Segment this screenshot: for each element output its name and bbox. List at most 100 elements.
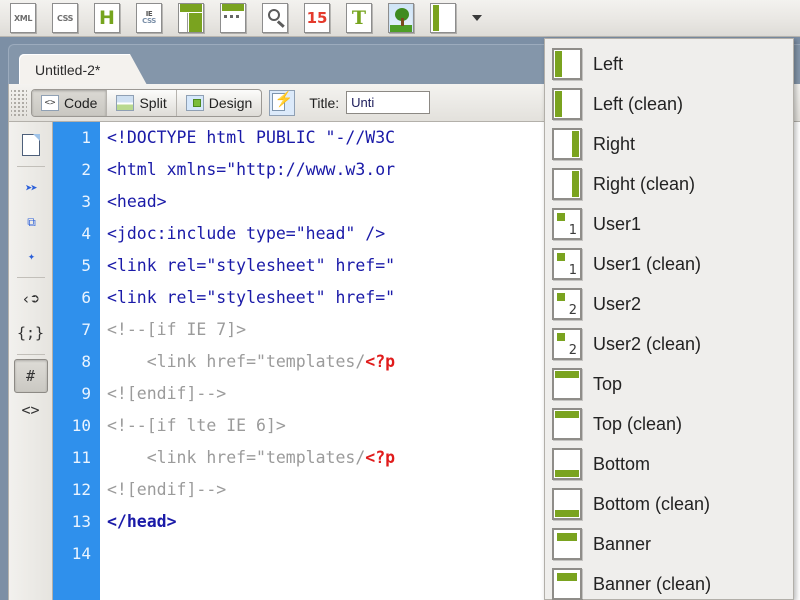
toolbar-divider (16, 354, 45, 355)
menu-item-bottom-clean[interactable]: Bottom (clean) (545, 484, 793, 524)
toolbar-divider (16, 277, 45, 278)
live-view-button[interactable]: ⚡ (269, 89, 296, 116)
app-window: XML CSS H IE CSS 15 T Untitled-2* <> Cod… (0, 0, 800, 600)
layout-number-label: 2 (568, 303, 577, 318)
menu-item-banner-clean[interactable]: Banner (clean) (545, 564, 793, 600)
line-number: 12 (71, 480, 91, 499)
split-layout-icon[interactable] (174, 2, 208, 34)
menu-item-left[interactable]: Left (545, 44, 793, 84)
layout-user1-icon: 1 (552, 208, 582, 240)
open-documents-icon[interactable] (14, 128, 48, 162)
menu-item-label: Right (clean) (593, 173, 696, 194)
line-number: 2 (81, 160, 91, 179)
balance-braces-icon[interactable]: {;} (14, 316, 48, 350)
line-number: 8 (81, 352, 91, 371)
line-number: 9 (81, 384, 91, 403)
xml-icon[interactable]: XML (6, 2, 40, 34)
menu-item-label: User2 (clean) (593, 333, 702, 354)
menu-item-right-clean[interactable]: Right (clean) (545, 164, 793, 204)
menu-item-user1-clean[interactable]: 1 User1 (clean) (545, 244, 793, 284)
collapse-full-tag-icon[interactable]: ➤➤ (14, 171, 48, 205)
layout-left-icon (552, 48, 582, 80)
fifteen-icon[interactable]: 15 (300, 2, 334, 34)
tab-design-label: Design (208, 94, 253, 111)
menu-item-label: Left (clean) (593, 93, 684, 114)
layout-user2-clean-icon: 2 (552, 328, 582, 360)
text-icon[interactable]: T (342, 2, 376, 34)
layout-banner-clean-icon (552, 568, 582, 600)
line-number: 7 (81, 320, 91, 339)
menu-item-user1[interactable]: 1 User1 (545, 204, 793, 244)
menu-item-label: Banner (593, 533, 652, 554)
view-mode-group: Code Split Design (31, 88, 263, 117)
menu-item-label: Bottom (593, 453, 651, 474)
menu-item-user2[interactable]: 2 User2 (545, 284, 793, 324)
line-number: 3 (81, 192, 91, 211)
menu-item-label: Left (593, 53, 624, 74)
title-input[interactable]: Unti (346, 91, 431, 114)
document-tab-label: Untitled-2* (35, 61, 101, 78)
menu-item-label: User2 (593, 293, 642, 314)
layout-user2-icon: 2 (552, 288, 582, 320)
tab-split-label: Split (139, 94, 167, 111)
title-field-label: Title: (309, 94, 340, 111)
menu-item-label: Top (593, 373, 623, 394)
layout-top-icon (552, 368, 582, 400)
html-icon[interactable]: H (90, 2, 124, 34)
tab-code[interactable]: Code (32, 89, 108, 116)
fifteen-icon-label: 15 (306, 9, 328, 27)
line-number: 6 (81, 288, 91, 307)
split-view-icon (116, 94, 135, 111)
menu-item-label: Top (clean) (593, 413, 683, 434)
layout-dropdown-caret-icon[interactable] (468, 3, 486, 33)
search-preview-icon[interactable] (258, 2, 292, 34)
menu-item-bottom[interactable]: Bottom (545, 444, 793, 484)
xml-icon-label: XML (13, 13, 33, 23)
menu-item-banner[interactable]: Banner (545, 524, 793, 564)
layout-number-label: 1 (568, 223, 577, 238)
expand-all-icon[interactable]: ✦ (14, 239, 48, 273)
code-view-icon (41, 94, 59, 111)
menu-item-label: Bottom (clean) (593, 493, 711, 514)
tab-design[interactable]: Design (177, 90, 262, 116)
line-number: 10 (71, 416, 91, 435)
rows-layout-icon[interactable] (216, 2, 250, 34)
select-parent-tag-icon[interactable]: ‹➲ (14, 282, 48, 316)
image-icon[interactable] (384, 2, 418, 34)
menu-item-label: User1 (593, 213, 642, 234)
html-icon-label: H (99, 7, 115, 29)
layout-number-label: 2 (568, 343, 577, 358)
insert-toolbar: XML CSS H IE CSS 15 T (0, 0, 800, 37)
tab-code-label: Code (64, 94, 98, 111)
layout-sidebar-icon[interactable] (426, 2, 460, 34)
line-number: 4 (81, 224, 91, 243)
line-numbers-icon[interactable]: # (13, 359, 48, 393)
menu-item-right[interactable]: Right (545, 124, 793, 164)
menu-item-top[interactable]: Top (545, 364, 793, 404)
css-icon-label: CSS (57, 13, 73, 23)
line-number: 1 (81, 128, 91, 147)
layout-right-clean-icon (552, 168, 582, 200)
highlight-invalid-code-icon[interactable]: <> (14, 393, 48, 427)
toolbar-grip-handle[interactable] (11, 89, 27, 116)
toolbar-divider (16, 166, 45, 167)
document-tab-untitled-2[interactable]: Untitled-2* (19, 54, 148, 85)
css-icon[interactable]: CSS (48, 2, 82, 34)
line-number: 5 (81, 256, 91, 275)
text-icon-label: T (351, 7, 367, 29)
menu-item-top-clean[interactable]: Top (clean) (545, 404, 793, 444)
tab-split[interactable]: Split (107, 89, 177, 116)
line-number: 11 (71, 448, 91, 467)
menu-item-left-clean[interactable]: Left (clean) (545, 84, 793, 124)
layout-left-clean-icon (552, 88, 582, 120)
lightning-bolt-icon: ⚡ (274, 90, 294, 108)
collapse-selection-icon[interactable]: ⧉ (14, 205, 48, 239)
layout-user1-clean-icon: 1 (552, 248, 582, 280)
layout-bottom-clean-icon (552, 488, 582, 520)
menu-item-label: Right (593, 133, 636, 154)
line-number: 13 (71, 512, 91, 531)
layout-number-label: 1 (568, 263, 577, 278)
menu-item-user2-clean[interactable]: 2 User2 (clean) (545, 324, 793, 364)
ie-css-icon[interactable]: IE CSS (132, 2, 166, 34)
layout-dropdown-menu[interactable]: Left Left (clean) Right Right (clean) 1 User1… (544, 38, 794, 600)
